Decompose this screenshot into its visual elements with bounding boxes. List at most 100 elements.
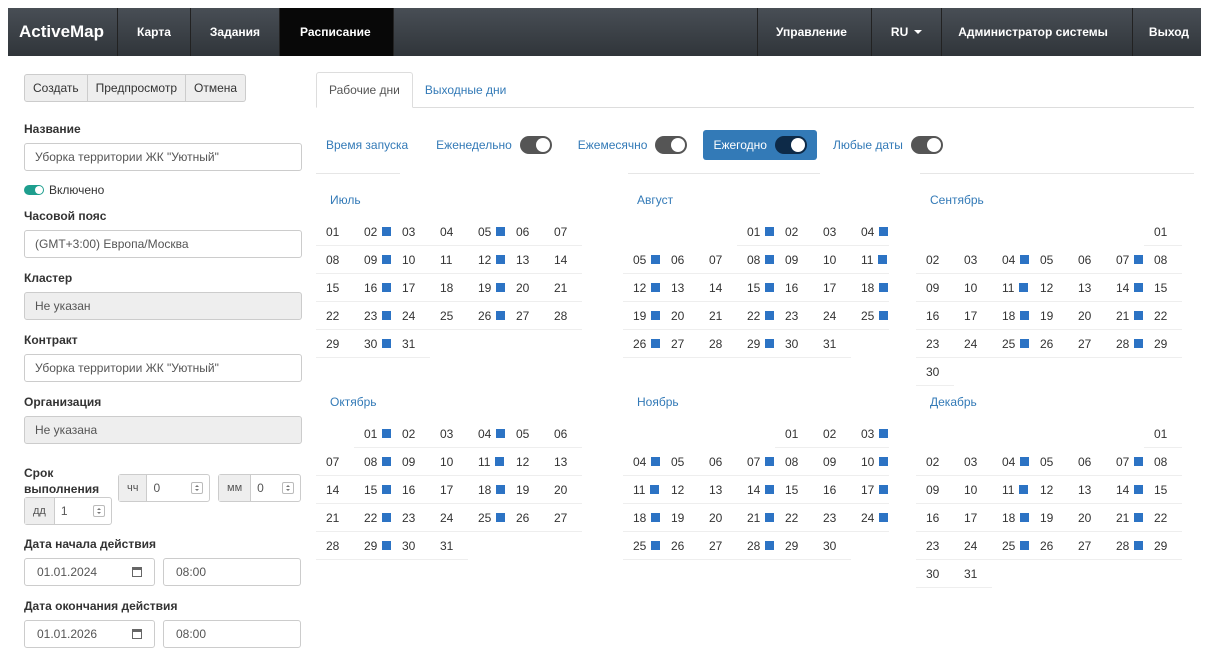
hours-stepper[interactable]: чч 0 xyxy=(118,474,210,502)
day-cell[interactable]: 26 xyxy=(468,302,506,330)
day-cell[interactable]: 07 xyxy=(737,448,775,476)
day-cell[interactable]: 27 xyxy=(544,504,582,532)
day-cell[interactable]: 02 xyxy=(916,448,954,476)
day-cell[interactable]: 09 xyxy=(392,448,430,476)
day-cell[interactable]: 19 xyxy=(468,274,506,302)
day-cell[interactable]: 14 xyxy=(316,476,354,504)
day-cell[interactable]: 07 xyxy=(699,246,737,274)
day-cell[interactable]: 18 xyxy=(992,504,1030,532)
day-cell[interactable]: 05 xyxy=(623,246,661,274)
toggle-switch-icon[interactable] xyxy=(910,136,943,154)
day-cell[interactable]: 14 xyxy=(1106,274,1144,302)
preview-button[interactable]: Предпросмотр xyxy=(87,74,186,102)
day-cell[interactable]: 18 xyxy=(992,302,1030,330)
day-cell[interactable]: 28 xyxy=(1106,532,1144,560)
day-cell[interactable]: 17 xyxy=(954,504,992,532)
day-cell[interactable]: 29 xyxy=(316,330,354,358)
day-cell[interactable]: 12 xyxy=(1030,476,1068,504)
day-cell[interactable]: 26 xyxy=(506,504,544,532)
day-cell[interactable]: 13 xyxy=(544,448,582,476)
day-cell[interactable]: 29 xyxy=(354,532,392,560)
day-cell[interactable]: 04 xyxy=(992,246,1030,274)
day-cell[interactable]: 13 xyxy=(1068,274,1106,302)
logout-link[interactable]: Выход xyxy=(1133,8,1201,56)
day-cell[interactable]: 05 xyxy=(468,218,506,246)
day-cell[interactable]: 05 xyxy=(661,448,699,476)
day-cell[interactable]: 29 xyxy=(775,532,813,560)
name-field[interactable]: Уборка территории ЖК "Уютный" xyxy=(24,143,302,171)
day-cell[interactable]: 30 xyxy=(813,532,851,560)
day-cell[interactable]: 14 xyxy=(544,246,582,274)
nav-schedule[interactable]: Расписание xyxy=(280,8,394,56)
day-cell[interactable]: 06 xyxy=(1068,448,1106,476)
day-cell[interactable]: 15 xyxy=(1144,476,1182,504)
day-cell[interactable]: 25 xyxy=(992,330,1030,358)
day-cell[interactable]: 04 xyxy=(468,420,506,448)
day-cell[interactable]: 14 xyxy=(1106,476,1144,504)
mode-launch-time[interactable]: Время запуска xyxy=(316,130,418,160)
user-menu[interactable]: Администратор системы xyxy=(942,8,1133,56)
start-time-field[interactable]: 08:00 xyxy=(163,558,301,586)
end-time-field[interactable]: 08:00 xyxy=(163,620,301,648)
day-cell[interactable]: 25 xyxy=(992,532,1030,560)
day-cell[interactable]: 25 xyxy=(623,532,661,560)
day-cell[interactable]: 31 xyxy=(430,532,468,560)
day-cell[interactable]: 16 xyxy=(916,504,954,532)
day-cell[interactable]: 21 xyxy=(1106,504,1144,532)
day-cell[interactable]: 24 xyxy=(954,532,992,560)
day-cell[interactable]: 25 xyxy=(430,302,468,330)
day-cell[interactable]: 30 xyxy=(916,560,954,588)
day-cell[interactable]: 09 xyxy=(354,246,392,274)
day-cell[interactable]: 20 xyxy=(1068,504,1106,532)
language-dropdown[interactable]: RU xyxy=(872,8,943,56)
mode-monthly[interactable]: Ежемесячно xyxy=(568,130,698,160)
day-cell[interactable]: 04 xyxy=(430,218,468,246)
day-cell[interactable]: 01 xyxy=(775,420,813,448)
day-cell[interactable]: 03 xyxy=(392,218,430,246)
day-cell[interactable]: 12 xyxy=(468,246,506,274)
day-cell[interactable]: 19 xyxy=(1030,302,1068,330)
day-cell[interactable]: 13 xyxy=(699,476,737,504)
day-cell[interactable]: 22 xyxy=(316,302,354,330)
day-cell[interactable]: 17 xyxy=(392,274,430,302)
day-cell[interactable]: 28 xyxy=(1106,330,1144,358)
day-cell[interactable]: 16 xyxy=(916,302,954,330)
day-cell[interactable]: 29 xyxy=(1144,330,1182,358)
tab-working-days[interactable]: Рабочие дни xyxy=(316,72,413,108)
day-cell[interactable]: 10 xyxy=(813,246,851,274)
day-cell[interactable]: 03 xyxy=(954,246,992,274)
day-cell[interactable]: 11 xyxy=(468,448,506,476)
day-cell[interactable]: 04 xyxy=(992,448,1030,476)
day-cell[interactable]: 22 xyxy=(775,504,813,532)
day-cell[interactable]: 01 xyxy=(316,218,354,246)
day-cell[interactable]: 30 xyxy=(916,358,954,386)
day-cell[interactable]: 11 xyxy=(851,246,889,274)
day-cell[interactable]: 14 xyxy=(699,274,737,302)
day-cell[interactable]: 07 xyxy=(544,218,582,246)
day-cell[interactable]: 08 xyxy=(1144,448,1182,476)
day-cell[interactable]: 29 xyxy=(1144,532,1182,560)
day-cell[interactable]: 04 xyxy=(851,218,889,246)
day-cell[interactable]: 21 xyxy=(737,504,775,532)
toggle-switch-icon[interactable] xyxy=(655,136,688,154)
day-cell[interactable]: 20 xyxy=(699,504,737,532)
day-cell[interactable]: 19 xyxy=(1030,504,1068,532)
day-cell[interactable]: 05 xyxy=(506,420,544,448)
day-cell[interactable]: 01 xyxy=(354,420,392,448)
enabled-toggle[interactable]: Включено xyxy=(24,183,302,197)
day-cell[interactable]: 08 xyxy=(354,448,392,476)
day-cell[interactable]: 12 xyxy=(661,476,699,504)
day-cell[interactable]: 02 xyxy=(775,218,813,246)
day-cell[interactable]: 02 xyxy=(813,420,851,448)
day-cell[interactable]: 21 xyxy=(544,274,582,302)
day-cell[interactable]: 24 xyxy=(430,504,468,532)
day-cell[interactable]: 10 xyxy=(954,476,992,504)
day-cell[interactable]: 06 xyxy=(544,420,582,448)
day-cell[interactable]: 02 xyxy=(392,420,430,448)
day-cell[interactable]: 05 xyxy=(1030,246,1068,274)
day-cell[interactable]: 16 xyxy=(392,476,430,504)
day-cell[interactable]: 02 xyxy=(354,218,392,246)
day-cell[interactable]: 23 xyxy=(916,532,954,560)
day-cell[interactable]: 09 xyxy=(813,448,851,476)
day-cell[interactable]: 16 xyxy=(813,476,851,504)
